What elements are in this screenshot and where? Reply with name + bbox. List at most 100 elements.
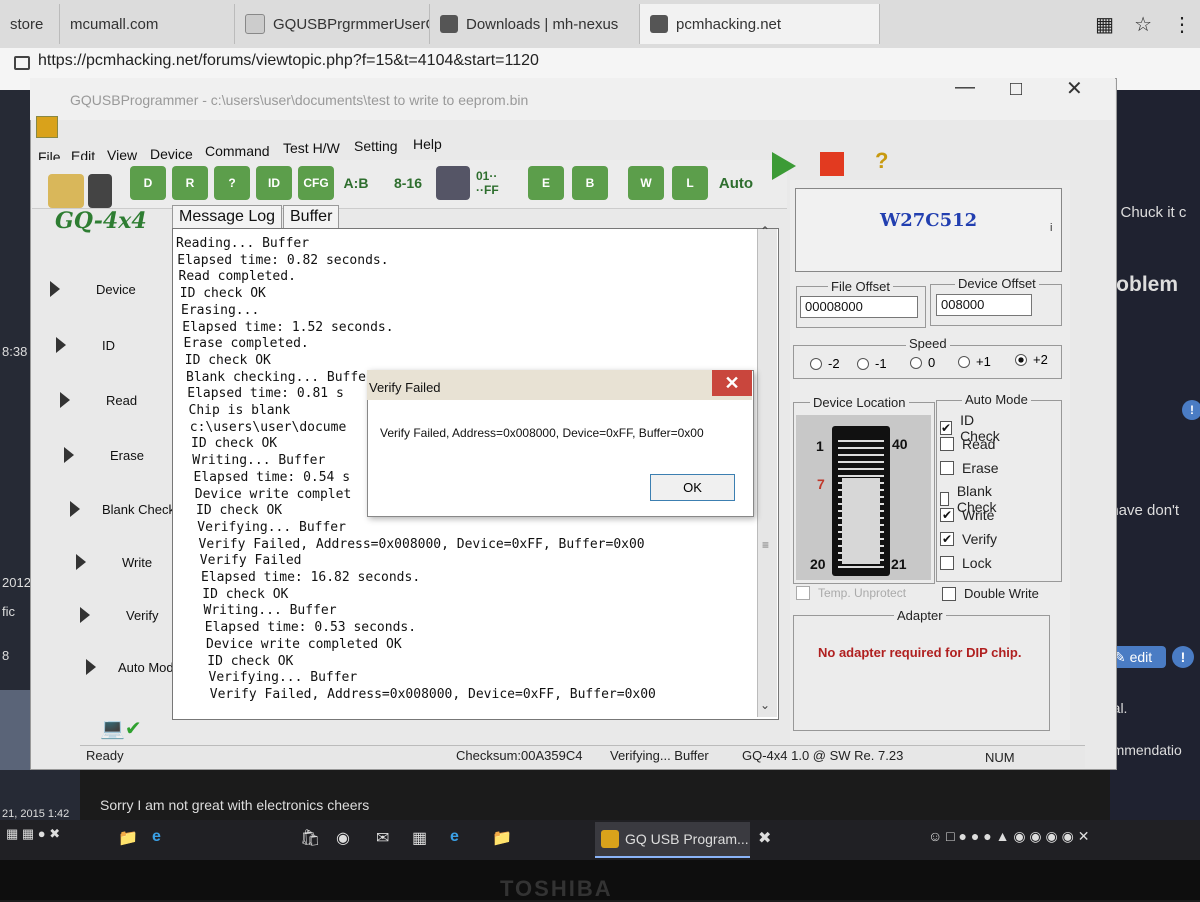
open-folder-icon[interactable] [48,174,84,208]
browser-tab-active[interactable]: pcmhacking.net [640,4,880,44]
speed-option[interactable]: -2 [810,356,840,371]
device-chip-icon[interactable]: D [130,166,166,200]
checkbox-icon [940,460,954,475]
arrow-right-icon [80,607,90,623]
checkbox-checked-icon: ✔ [940,508,954,523]
lock-icon [14,56,30,70]
post-text: Sorry I am not great with electronics ch… [100,797,370,813]
log-line: c:\users\user\docume [189,419,347,435]
log-line: ID check OK [184,352,271,368]
stop-icon[interactable] [820,152,844,176]
chip-placement [842,478,880,564]
browser-tab[interactable]: Downloads | mh-nexus [430,4,640,44]
checkbox-checked-icon: ✔ [940,532,954,546]
nav-label: Write [122,554,153,570]
post-time: 8:38 [2,344,28,359]
auto-mode-label: Lock [962,554,992,571]
scroll-down-icon[interactable]: ⌄ [760,698,770,712]
device-offset-input[interactable]: 008000 [936,294,1032,316]
bit-8-16-button[interactable]: 8-16 [390,166,426,200]
menu-icon[interactable]: ⋮ [1172,12,1192,37]
log-line: Erase completed. [183,336,309,352]
alert-icon[interactable]: ! [1172,646,1194,668]
minimize-icon[interactable]: — [955,76,975,99]
close-icon[interactable]: ✕ [1066,76,1083,101]
maximize-icon[interactable]: □ [1010,78,1022,101]
log-line: Writing... Buffer [203,603,337,619]
menu-command[interactable]: Command [205,143,270,159]
auto-mode-checkbox[interactable]: ✔ Verify [940,531,997,547]
speed-option-selected[interactable]: +2 [1015,352,1048,367]
log-line: Elapsed time: 0.82 seconds. [177,252,389,268]
menu-setting[interactable]: Setting [354,138,398,154]
checkbox-icon [942,586,956,601]
speed-option[interactable]: -1 [857,356,887,371]
mail-icon[interactable]: ✉ [376,828,389,848]
auto-mode-label: Auto Mode [962,392,1031,407]
store-icon[interactable]: 🛍 [300,828,320,848]
speed-option[interactable]: +1 [958,354,991,369]
scroll-up-icon[interactable]: ⌃ [760,224,770,238]
browser-tab[interactable]: store [0,4,60,44]
erase-chip-icon[interactable]: E [528,166,564,200]
temp-unprotect-checkbox[interactable]: Temp. Unprotect [796,586,906,600]
scroll-thumb-grip[interactable]: ≡ [762,538,769,552]
system-tray-icons[interactable]: ☺ □ ● ● ● ▲ ◉ ◉ ◉ ◉ ✕ [928,828,1089,845]
ie-icon[interactable]: e [450,828,459,846]
arrow-right-icon [56,337,66,353]
taskbar-app-button[interactable]: GQ USB Program... [595,822,750,858]
favorite-star-icon[interactable]: ☆ [1134,12,1152,37]
ab-compare-button[interactable]: A:B [338,166,374,200]
dialog-ok-button[interactable]: OK [650,474,735,501]
tab-message-log[interactable]: Message Log [172,205,283,229]
calculator-icon[interactable] [436,166,470,200]
tab-buffer[interactable]: Buffer [283,205,340,229]
read-chip-icon[interactable]: R [172,166,208,200]
post-text: roblem [1108,273,1179,296]
blank-chip-icon[interactable]: B [572,166,608,200]
auto-mode-checkbox[interactable]: ✔ Write [940,507,994,523]
device-location-label: Device Location [810,395,909,410]
log-scrollbar[interactable] [757,229,777,717]
monitor-brand-logo: TOSHIBA [500,876,613,901]
url-field[interactable]: https://pcmhacking.net/forums/viewtopic.… [14,52,539,70]
tab-label: Downloads | mh-nexus [466,15,619,33]
file-explorer-icon[interactable]: 📁 [118,828,138,848]
help-icon[interactable]: ? [875,148,888,174]
save-icon[interactable] [88,174,112,208]
radio-selected-icon [1015,353,1027,366]
calculator-taskbar-icon[interactable]: ▦ [412,828,427,848]
reading-view-icon[interactable]: ▦ [1095,12,1114,37]
menu-help[interactable]: Help [413,136,442,152]
write-chip-icon[interactable]: W [628,166,664,200]
browser-tab[interactable]: mcumall.com [60,4,235,44]
site-icon [650,15,668,33]
edge-icon[interactable]: e [152,828,161,846]
folder-icon[interactable]: 📁 [492,828,512,848]
lock-chip-icon[interactable]: L [672,166,708,200]
speed-option[interactable]: 0 [910,355,935,370]
auto-mode-checkbox[interactable]: Erase [940,460,999,476]
taskbar-close-icon[interactable]: ✖ [758,828,771,848]
radio-icon [910,356,922,369]
alert-icon[interactable]: ! [1182,400,1200,420]
id-chip-icon[interactable]: ID [256,166,292,200]
chrome-icon[interactable]: ◉ [336,828,350,848]
menu-test-hw[interactable]: Test H/W [283,140,340,156]
auto-button[interactable]: Auto [718,166,754,200]
pin-label: 1 [816,438,824,454]
config-chip-icon[interactable]: CFG [298,166,334,200]
dialog-title: Verify Failed [369,380,441,395]
double-write-checkbox[interactable]: Double Write [942,586,1039,601]
auto-mode-checkbox[interactable]: Lock [940,555,992,571]
dialog-close-button[interactable]: ✕ [712,370,752,396]
app-icon [36,116,58,138]
fill-buffer-button[interactable]: 01·· ··FF [476,166,516,200]
blank-check-chip-icon[interactable]: ? [214,166,250,200]
file-offset-input[interactable]: 00008000 [800,296,918,318]
info-icon[interactable]: i [1050,222,1052,234]
play-icon[interactable] [772,152,796,180]
auto-mode-checkbox[interactable]: Read [940,436,995,452]
start-icon[interactable]: ▦ ▦ ● ✖ [6,826,60,842]
browser-tab[interactable]: GQUSBPrgrmmerUserG [235,4,430,44]
